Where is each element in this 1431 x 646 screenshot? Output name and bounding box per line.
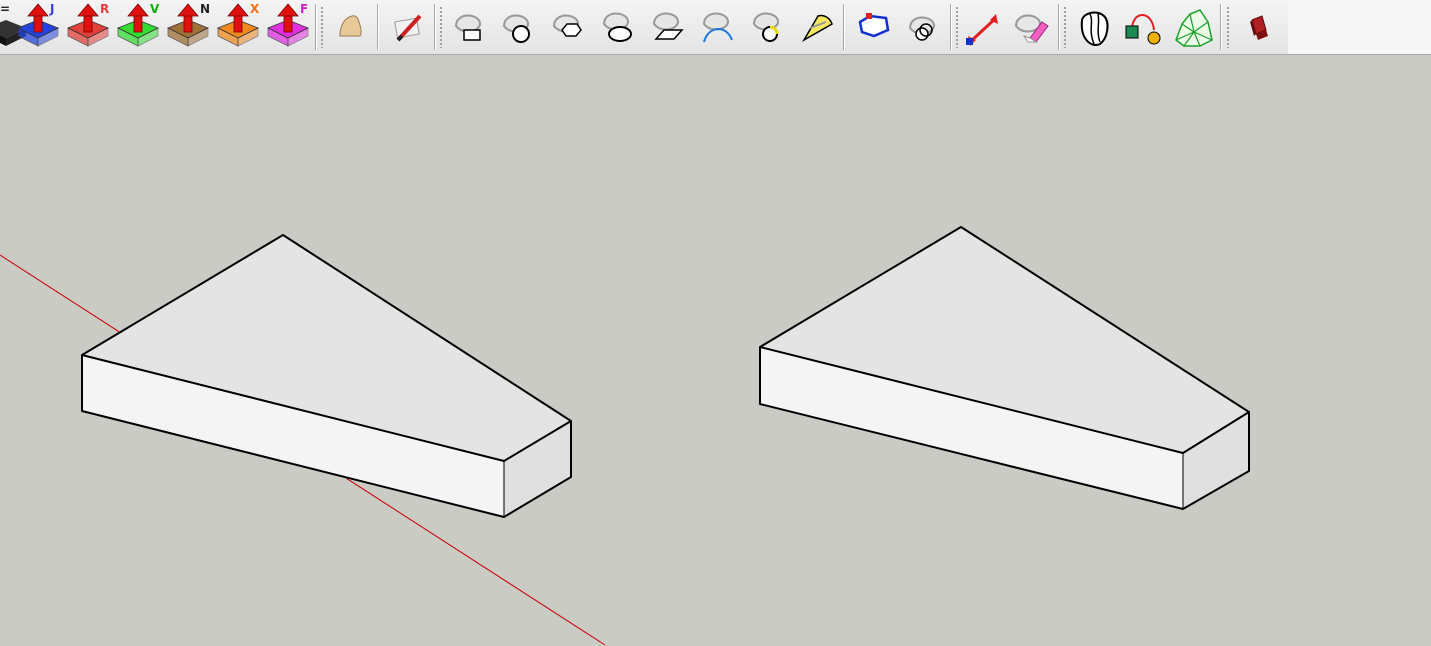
draw-rectangle-on-surface-button[interactable] bbox=[446, 0, 494, 54]
solid-wedge-right[interactable] bbox=[759, 226, 1250, 510]
toolbar-separator bbox=[950, 4, 952, 50]
toolbar-grip bbox=[320, 6, 324, 48]
scene-canvas[interactable] bbox=[0, 55, 1431, 646]
extension-warehouse-button[interactable] bbox=[1236, 0, 1284, 54]
draw-polygon-on-surface-icon bbox=[552, 14, 582, 37]
draw-ellipse-on-surface-icon bbox=[602, 12, 632, 42]
move-vertex-icon bbox=[966, 14, 998, 46]
pushpull-v-button[interactable]: V bbox=[116, 0, 164, 54]
pushpull-v-letter: V bbox=[150, 2, 160, 16]
push-pull-icon bbox=[17, 3, 59, 47]
toolbar-grip bbox=[439, 6, 443, 48]
draw-arc-on-surface-button[interactable] bbox=[696, 0, 744, 54]
toolbar-empty-area bbox=[1288, 0, 1431, 54]
draw-pie-on-surface-button[interactable] bbox=[796, 0, 844, 54]
toolbar-separator bbox=[315, 4, 317, 50]
pushpull-r-button[interactable]: R bbox=[66, 0, 114, 54]
draw-circle-on-surface-icon bbox=[502, 14, 530, 43]
pushpull-x-button[interactable]: X bbox=[216, 0, 264, 54]
pushpull-j-button[interactable]: J bbox=[16, 0, 64, 54]
toolbar: = JRVNXF bbox=[0, 0, 1431, 55]
pushpull-f-letter: F bbox=[300, 2, 309, 16]
draw-rectangle-on-surface-icon bbox=[454, 14, 481, 41]
erase-on-surface-button[interactable] bbox=[1008, 0, 1056, 54]
solid-wedge-left[interactable] bbox=[81, 234, 572, 518]
curve-link-button[interactable] bbox=[1120, 0, 1168, 54]
draw-circle-on-surface-button[interactable] bbox=[496, 0, 544, 54]
toolbar-grip bbox=[1063, 6, 1067, 48]
pushpull-n-letter: N bbox=[200, 2, 211, 16]
shape-outline-button[interactable] bbox=[1070, 0, 1118, 54]
mesh-triangulate-icon bbox=[1175, 9, 1213, 47]
surface-patch-icon bbox=[339, 15, 362, 37]
pushpull-j-letter: J bbox=[50, 2, 55, 16]
draw-polygon-on-surface-button[interactable] bbox=[546, 0, 594, 54]
toolbar-separator bbox=[1058, 4, 1060, 50]
toolbar-separator bbox=[377, 4, 379, 50]
pushpull-n-button[interactable]: N bbox=[166, 0, 214, 54]
surface-patch-button[interactable] bbox=[326, 0, 374, 54]
toolbar-grip bbox=[1226, 6, 1230, 48]
pencil-draw-icon bbox=[394, 14, 422, 42]
pushpull-r-letter: R bbox=[100, 2, 110, 16]
toolbar-separator bbox=[1220, 4, 1222, 50]
shape-outline-icon bbox=[1080, 11, 1109, 46]
offset-surface-button[interactable] bbox=[850, 0, 898, 54]
copy-surface-button[interactable] bbox=[900, 0, 948, 54]
toolbar-separator bbox=[434, 4, 436, 50]
move-vertex-button[interactable] bbox=[958, 0, 1006, 54]
draw-parallelogram-on-surface-icon bbox=[652, 12, 684, 40]
toolbar-separator bbox=[843, 4, 845, 50]
draw-arc-on-surface-icon bbox=[702, 12, 733, 43]
draw-pie-on-surface-icon bbox=[801, 14, 833, 43]
pencil-draw-button[interactable] bbox=[384, 0, 432, 54]
erase-on-surface-icon bbox=[1014, 14, 1049, 43]
extension-warehouse-icon bbox=[1250, 15, 1268, 40]
draw-freehand-on-surface-icon bbox=[752, 12, 779, 42]
pushpull-x-letter: X bbox=[250, 2, 260, 16]
modeling-viewport[interactable] bbox=[0, 55, 1431, 646]
offset-surface-icon bbox=[858, 13, 890, 38]
curve-link-icon bbox=[1125, 14, 1161, 45]
copy-surface-icon bbox=[908, 16, 935, 41]
pushpull-f-button[interactable]: F bbox=[266, 0, 314, 54]
draw-ellipse-on-surface-button[interactable] bbox=[596, 0, 644, 54]
draw-freehand-on-surface-button[interactable] bbox=[746, 0, 794, 54]
mesh-triangulate-button[interactable] bbox=[1170, 0, 1218, 54]
draw-parallelogram-on-surface-button[interactable] bbox=[646, 0, 694, 54]
